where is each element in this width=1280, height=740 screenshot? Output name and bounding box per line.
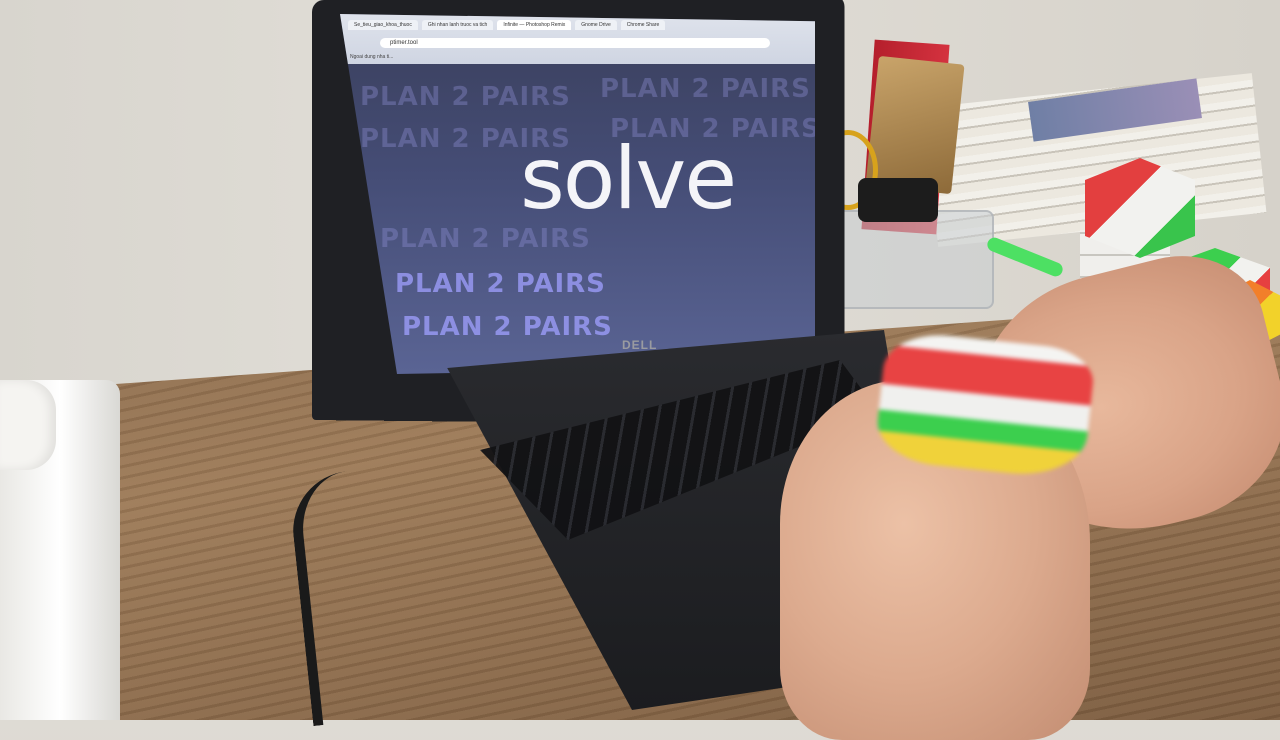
browser-tab[interactable]: Se_tieu_giao_khoa_thuoc bbox=[348, 20, 418, 30]
black-device bbox=[858, 178, 938, 222]
laptop-screen: Se_tieu_giao_khoa_thuoc Ghi nhan lanh tr… bbox=[340, 14, 815, 374]
laptop-brand-logo: DELL bbox=[622, 338, 658, 352]
browser-tab[interactable]: Infinite — Photoshop Remix bbox=[497, 20, 572, 30]
browser-tab[interactable]: Gnome Drive bbox=[575, 20, 617, 30]
browser-toolbar: Se_tieu_giao_khoa_thuoc Ghi nhan lanh tr… bbox=[340, 14, 815, 64]
browser-tabs: Se_tieu_giao_khoa_thuoc Ghi nhan lanh tr… bbox=[348, 20, 666, 30]
mug-rim bbox=[0, 380, 56, 470]
bg-phrase: PLAN 2 PAIRS bbox=[360, 82, 571, 112]
browser-tab[interactable]: Chrome Share bbox=[620, 20, 666, 30]
plastic-container bbox=[830, 210, 994, 309]
bookmark-item[interactable]: Ngoai dung nha ti... bbox=[350, 54, 393, 60]
snack-bag bbox=[865, 55, 965, 195]
browser-tab[interactable]: Ghi nhan lanh truoc va tich bbox=[421, 20, 494, 30]
spinning-rubiks-cube-icon bbox=[873, 329, 1097, 481]
solve-text: solve bbox=[520, 129, 737, 229]
bg-phrase: PLAN 2 PAIRS bbox=[395, 269, 606, 299]
address-bar[interactable]: ptimer.tool bbox=[380, 38, 770, 48]
bg-phrase: PLAN 2 PAIRS bbox=[600, 74, 811, 104]
bg-phrase: PLAN 2 PAIRS bbox=[402, 312, 613, 342]
charging-cable bbox=[287, 463, 443, 727]
